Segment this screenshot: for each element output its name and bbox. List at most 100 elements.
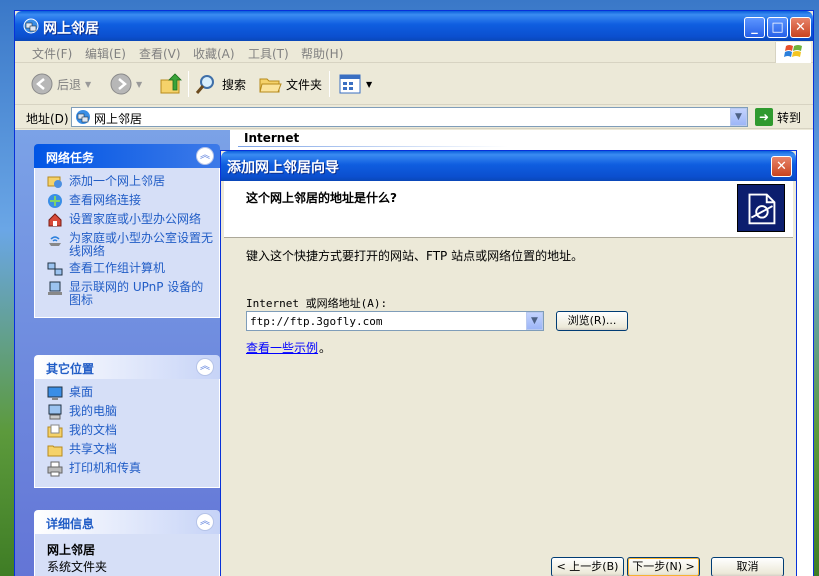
shared-documents-icon — [47, 445, 63, 457]
menu-edit[interactable]: 编辑(E) — [85, 45, 126, 62]
browse-button[interactable]: 浏览(R)... — [556, 311, 628, 331]
network-tasks-title: 网络任务 — [46, 151, 95, 165]
window-title: 网上邻居 — [43, 21, 99, 37]
details-name: 网上邻居 — [47, 543, 96, 557]
folders-label: 文件夹 — [286, 77, 323, 92]
go-label: 转到 — [777, 110, 802, 125]
wizard-titlebar[interactable]: 添加网上邻居向导 ✕ — [221, 151, 796, 181]
address-label: 地址(D) — [26, 112, 69, 126]
windows-logo-icon — [775, 42, 811, 63]
forward-dropdown-icon[interactable]: ▼ — [136, 80, 142, 89]
network-tasks-header[interactable]: 网络任务 ︽ — [34, 144, 220, 168]
printer-icon — [47, 461, 63, 477]
go-button[interactable]: ➜ 转到 — [755, 107, 801, 127]
wireless-network-icon — [49, 236, 61, 246]
address-dropdown-button[interactable]: ▼ — [730, 108, 747, 126]
address-input[interactable]: 网上邻居 ▼ — [71, 107, 748, 127]
folders-button[interactable]: 文件夹 — [258, 71, 322, 97]
network-address-input[interactable] — [247, 312, 517, 330]
toolbar-separator — [188, 71, 189, 97]
back-arrow-icon — [31, 73, 53, 95]
wizard-description: 键入这个快捷方式要打开的网站、FTP 站点或网络位置的地址。 — [246, 249, 584, 263]
maximize-button[interactable]: □ — [767, 17, 788, 38]
group-header-internet: Internet — [244, 131, 300, 145]
next-button[interactable]: 下一步(N) > — [627, 557, 700, 576]
toolbar-separator — [329, 71, 330, 97]
place-shared-documents[interactable]: 共享文档 — [47, 443, 213, 458]
collapse-chevron-icon[interactable]: ︽ — [196, 147, 214, 165]
place-desktop[interactable]: 桌面 — [47, 386, 213, 401]
search-label: 搜索 — [222, 77, 247, 92]
my-documents-icon — [47, 424, 63, 438]
menu-file[interactable]: 文件(F) — [32, 45, 72, 62]
other-places-title: 其它位置 — [46, 362, 95, 376]
place-my-documents[interactable]: 我的文档 — [47, 424, 213, 439]
forward-button[interactable]: ▼ — [110, 71, 142, 97]
other-places-body: 桌面 我的电脑 我的文档 共享文档 打印机和传真 — [34, 379, 220, 488]
views-icon — [339, 74, 361, 94]
search-button[interactable]: 搜索 — [194, 71, 246, 97]
back-label: 后退 — [57, 77, 82, 92]
wizard-close-button[interactable]: ✕ — [771, 156, 792, 177]
standard-toolbar: 后退 ▼ ▼ 搜索 文件夹 ▼ — [15, 63, 813, 105]
wizard-network-icon — [737, 184, 785, 232]
menu-help[interactable]: 帮助(H) — [301, 45, 343, 62]
go-arrow-icon: ➜ — [755, 108, 773, 126]
task-pane: 网络任务 ︽ 添加一个网上邻居 查看网络连接 设置家庭或小型办公网络 为家庭或小… — [15, 130, 230, 576]
network-address-combo[interactable]: ▼ — [246, 311, 544, 331]
collapse-chevron-icon[interactable]: ︽ — [196, 358, 214, 376]
network-places-icon — [76, 110, 90, 124]
workgroup-computers-icon — [47, 262, 63, 276]
add-network-place-icon — [47, 176, 62, 188]
details-panel: 详细信息 ︽ 网上邻居 系统文件夹 — [34, 510, 220, 576]
window-titlebar[interactable]: 网上邻居 _ □ ✕ — [15, 11, 813, 41]
address-bar: 地址(D) 网上邻居 ▼ ➜ 转到 — [15, 105, 813, 129]
network-connections-icon — [48, 194, 62, 208]
menu-view[interactable]: 查看(V) — [139, 45, 181, 62]
address-field-label: Internet 或网络地址(A): — [246, 297, 388, 310]
desktop-icon — [47, 386, 63, 400]
place-my-computer[interactable]: 我的电脑 — [47, 404, 213, 420]
details-header[interactable]: 详细信息 ︽ — [34, 510, 220, 534]
task-setup-home-network[interactable]: 设置家庭或小型办公网络 — [47, 213, 213, 228]
details-body: 网上邻居 系统文件夹 — [34, 534, 220, 576]
address-combo-dropdown-button[interactable]: ▼ — [526, 312, 543, 330]
wizard-body: 键入这个快捷方式要打开的网站、FTP 站点或网络位置的地址。 Internet … — [224, 239, 793, 576]
wizard-header: 这个网上邻居的地址是什么? — [224, 181, 793, 238]
close-button[interactable]: ✕ — [790, 17, 811, 38]
search-icon — [195, 75, 214, 94]
other-places-panel: 其它位置 ︽ 桌面 我的电脑 我的文档 共享文档 打印机和传真 — [34, 355, 220, 488]
up-folder-icon — [160, 73, 182, 94]
back-button[interactable]: < 上一步(B) — [551, 557, 624, 576]
place-printers-faxes[interactable]: 打印机和传真 — [47, 461, 213, 477]
views-dropdown-icon[interactable]: ▼ — [366, 80, 372, 89]
network-tasks-panel: 网络任务 ︽ 添加一个网上邻居 查看网络连接 设置家庭或小型办公网络 为家庭或小… — [34, 144, 220, 318]
task-setup-wireless-network[interactable]: 为家庭或小型办公室设置无线网络 — [47, 232, 213, 258]
folders-icon — [259, 78, 282, 93]
cancel-button[interactable]: 取消 — [711, 557, 784, 576]
task-view-workgroup-computers[interactable]: 查看工作组计算机 — [47, 262, 213, 277]
address-value: 网上邻居 — [94, 112, 143, 126]
task-view-network-connections[interactable]: 查看网络连接 — [47, 194, 213, 209]
task-show-upnp-devices[interactable]: 显示联网的 UPnP 设备的图标 — [47, 281, 213, 307]
collapse-chevron-icon[interactable]: ︽ — [196, 513, 214, 531]
minimize-button[interactable]: _ — [744, 17, 765, 38]
views-button[interactable]: ▼ — [338, 71, 372, 97]
menu-bar: 文件(F) 编辑(E) 查看(V) 收藏(A) 工具(T) 帮助(H) — [15, 41, 813, 63]
group-divider — [238, 146, 508, 147]
view-examples-link[interactable]: 查看一些示例 — [246, 339, 318, 356]
wizard-title: 添加网上邻居向导 — [227, 160, 339, 176]
back-button[interactable]: 后退 ▼ — [31, 71, 91, 97]
task-add-network-place[interactable]: 添加一个网上邻居 — [47, 175, 213, 190]
menu-tools[interactable]: 工具(T) — [248, 45, 289, 62]
up-folder-button[interactable] — [159, 71, 183, 97]
menu-favorites[interactable]: 收藏(A) — [193, 45, 235, 62]
examples-period: 。 — [319, 341, 332, 355]
wizard-question: 这个网上邻居的地址是什么? — [246, 191, 397, 205]
details-type: 系统文件夹 — [47, 560, 108, 574]
back-dropdown-icon[interactable]: ▼ — [85, 80, 91, 89]
my-computer-icon — [48, 404, 62, 420]
other-places-header[interactable]: 其它位置 ︽ — [34, 355, 220, 379]
forward-arrow-icon — [110, 73, 132, 95]
details-title: 详细信息 — [46, 517, 95, 531]
